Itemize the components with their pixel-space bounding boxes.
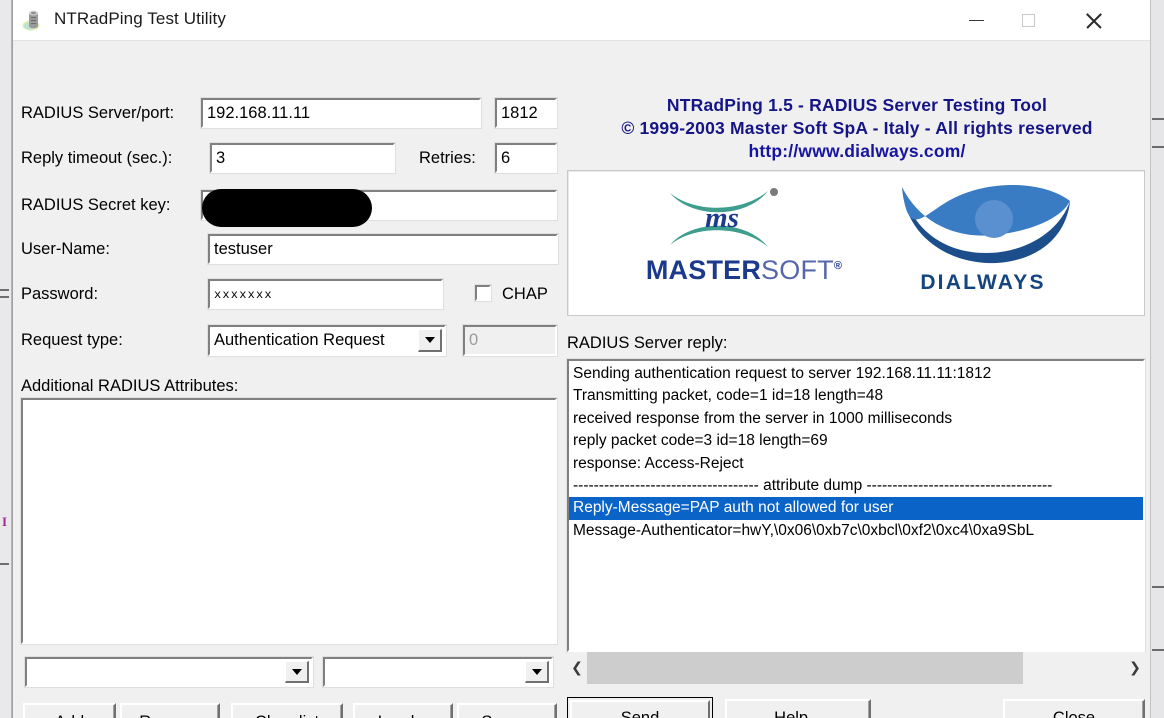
background-artifact-dash — [0, 563, 9, 565]
remove-attribute-label: Remove — [139, 713, 200, 718]
request-type-dropdown[interactable]: Authentication Request — [207, 324, 447, 357]
clear-list-button[interactable]: Clear list — [231, 703, 343, 718]
add-attribute-button[interactable]: Add — [23, 703, 116, 718]
background-artifact-glyph: I — [2, 514, 8, 529]
maximize-button[interactable] — [1002, 0, 1054, 41]
scrollbar-thumb[interactable] — [587, 652, 1023, 684]
request-type-label: Request type: — [21, 331, 123, 349]
dialways-wordmark: DIALWAYS — [920, 271, 1046, 294]
reply-line[interactable]: response: Access-Reject — [573, 453, 1143, 475]
reply-timeout-input[interactable]: 3 — [209, 142, 396, 174]
attribute-name-dropdown[interactable] — [24, 656, 314, 688]
window-title: NTRadPing Test Utility — [54, 9, 226, 28]
server-cylinder-icon — [22, 10, 40, 31]
radius-server-reply-panel[interactable]: Sending authentication request to server… — [566, 358, 1146, 653]
radius-server-reply-label: RADIUS Server reply: — [567, 334, 728, 352]
scrollbar-track[interactable] — [587, 652, 1125, 684]
radius-server-input[interactable]: 192.168.11.11 — [200, 97, 482, 129]
retries-label: Retries: — [419, 149, 476, 167]
branding-url[interactable]: http://www.dialways.com/ — [567, 140, 1147, 163]
branding-line-1: NTRadPing 1.5 - RADIUS Server Testing To… — [666, 95, 1048, 115]
close-label: Close — [1052, 708, 1096, 718]
reply-line[interactable]: Message-Authenticator=hwY,\0x06\0xb7c\0x… — [573, 520, 1143, 542]
ntradping-window: NTRadPing Test Utility RADIUS Server/por… — [12, 0, 1150, 718]
save-label: Save... — [481, 713, 532, 718]
close-window-button[interactable] — [1068, 0, 1120, 41]
radius-port-input[interactable]: 1812 — [494, 97, 558, 129]
reply-line-list[interactable]: Sending authentication request to server… — [569, 361, 1143, 542]
password-input[interactable]: xxxxxxx — [207, 278, 444, 310]
radius-secret-key-label: RADIUS Secret key: — [21, 196, 171, 214]
chap-label: CHAP — [502, 285, 548, 303]
reply-line[interactable]: received response from the server in 100… — [573, 408, 1143, 430]
dialways-logo: DIALWAYS — [888, 183, 1078, 303]
chevron-left-icon[interactable]: ❮ — [567, 652, 587, 684]
chap-checkbox[interactable] — [474, 284, 492, 302]
user-name-label: User-Name: — [21, 240, 110, 258]
send-label: Send — [620, 708, 660, 718]
secret-key-redaction-overlay — [202, 189, 372, 227]
title-bar: NTRadPing Test Utility — [13, 0, 1150, 41]
save-button[interactable]: Save... — [457, 703, 557, 718]
help-button[interactable]: Help... — [725, 699, 871, 718]
logo-banner: ms MASTERSOFT® DIALWAYS — [567, 170, 1145, 316]
minimize-button[interactable] — [950, 0, 1002, 41]
maximize-icon — [1021, 14, 1035, 27]
radius-server-label: RADIUS Server/port: — [21, 104, 175, 122]
client-area: RADIUS Server/port: 192.168.11.11 1812 R… — [13, 41, 1150, 718]
background-artifact-dash — [0, 289, 9, 291]
background-artifact-dash — [0, 296, 9, 298]
add-attribute-label: Add — [55, 713, 84, 718]
chevron-down-icon[interactable] — [418, 329, 442, 352]
additional-attributes-label: Additional RADIUS Attributes: — [21, 377, 239, 395]
background-artifact-seam — [1152, 649, 1164, 651]
user-name-input[interactable]: testuser — [207, 233, 559, 265]
help-label: Help... — [774, 708, 822, 718]
dialways-eye-icon — [902, 184, 1070, 264]
reply-line[interactable]: reply packet code=3 id=18 length=69 — [573, 430, 1143, 452]
load-button[interactable]: Load... — [353, 703, 453, 718]
send-button[interactable]: Send — [567, 697, 713, 718]
remove-attribute-button[interactable]: Remove — [120, 703, 220, 718]
reply-horizontal-scrollbar[interactable]: ❮ ❯ — [567, 652, 1145, 684]
background-artifact-seam — [1152, 118, 1164, 120]
password-label: Password: — [21, 285, 99, 303]
load-label: Load... — [378, 713, 428, 718]
mastersoft-logo: ms MASTERSOFT® — [634, 183, 854, 303]
attribute-value-dropdown[interactable] — [322, 656, 554, 688]
branding-line-2: © 1999-2003 Master Soft SpA - Italy - Al… — [621, 118, 1093, 139]
additional-attributes-list[interactable] — [20, 397, 558, 645]
chevron-down-icon[interactable] — [525, 661, 549, 683]
reply-line-selected[interactable]: Reply-Message=PAP auth not allowed for u… — [569, 497, 1143, 520]
clear-list-label: Clear list — [255, 713, 319, 718]
request-type-value: Authentication Request — [214, 331, 385, 349]
reply-timeout-label: Reply timeout (sec.): — [21, 149, 173, 167]
branding-header: NTRadPing 1.5 - RADIUS Server Testing To… — [567, 94, 1147, 163]
close-icon — [1084, 11, 1104, 31]
background-artifact-seam — [1152, 586, 1164, 588]
chevron-down-icon[interactable] — [285, 661, 309, 683]
close-button[interactable]: Close — [1003, 699, 1145, 718]
reply-line[interactable]: Sending authentication request to server… — [573, 363, 1143, 385]
svg-text:ms: ms — [705, 202, 739, 234]
background-left-strip — [0, 0, 12, 718]
retries-input[interactable]: 6 — [494, 142, 558, 174]
mastersoft-mark-icon: ms — [670, 188, 778, 247]
reply-line[interactable]: ------------------------------------ att… — [573, 475, 1143, 497]
reply-line[interactable]: Transmitting packet, code=1 id=18 length… — [573, 385, 1143, 407]
chevron-right-icon[interactable]: ❯ — [1125, 652, 1145, 684]
mastersoft-wordmark: MASTERSOFT® — [645, 255, 843, 285]
minimize-icon — [968, 19, 984, 22]
background-artifact-seam — [1152, 146, 1164, 148]
request-code-input: 0 — [462, 324, 558, 357]
background-right-strip — [1150, 0, 1164, 718]
